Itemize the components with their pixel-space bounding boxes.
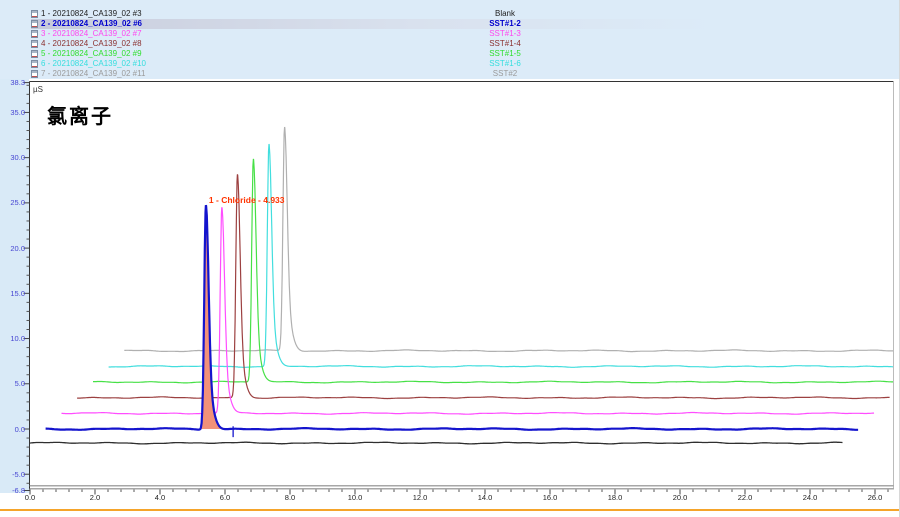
x-tick-label: 6.0 (207, 493, 243, 503)
y-tick-label: -5.0 (1, 470, 25, 479)
trace-sst#2 (124, 127, 900, 352)
trace-blank (30, 442, 843, 444)
x-tick-label: 22.0 (727, 493, 763, 503)
x-tick-label: 14.0 (467, 493, 503, 503)
y-tick-label: 30.0 (1, 153, 25, 162)
trace-sst#1-6 (109, 144, 900, 367)
y-tick-label: 25.0 (1, 198, 25, 207)
x-tick-label: 16.0 (532, 493, 568, 503)
x-tick-label: 20.0 (662, 493, 698, 503)
y-tick-label: 38.3 (1, 78, 25, 87)
chromatography-window: 1 - 20210824_CA139_02 #3 Blank 2 - 20210… (0, 0, 900, 517)
trace-sst#1-2 (46, 205, 859, 430)
peak-annotation: 1 - Chloride - 4.933 (209, 195, 285, 205)
y-axis-unit-label: µS (33, 85, 43, 94)
x-tick-label: 12.0 (402, 493, 438, 503)
x-tick-label: 10.0 (337, 493, 373, 503)
x-tick-label: 4.0 (142, 493, 178, 503)
y-tick-label: 0.0 (1, 425, 25, 434)
trace-sst#1-4 (77, 174, 890, 398)
bottom-accent-line (0, 509, 900, 511)
trace-sst#1-5 (93, 159, 900, 383)
y-tick-label: 35.0 (1, 108, 25, 117)
chromatogram-plot[interactable] (0, 0, 900, 517)
x-tick-label: 26.0 (857, 493, 893, 503)
y-tick-label: 5.0 (1, 379, 25, 388)
y-tick-label: 10.0 (1, 334, 25, 343)
x-tick-label: 2.0 (77, 493, 113, 503)
x-tick-label: 24.0 (792, 493, 828, 503)
y-tick-label: 15.0 (1, 289, 25, 298)
x-tick-label: 0.0 (12, 493, 48, 503)
chart-title: 氯离子 (47, 100, 113, 129)
x-tick-label: 18.0 (597, 493, 633, 503)
x-tick-label: 8.0 (272, 493, 308, 503)
y-tick-label: 20.0 (1, 244, 25, 253)
